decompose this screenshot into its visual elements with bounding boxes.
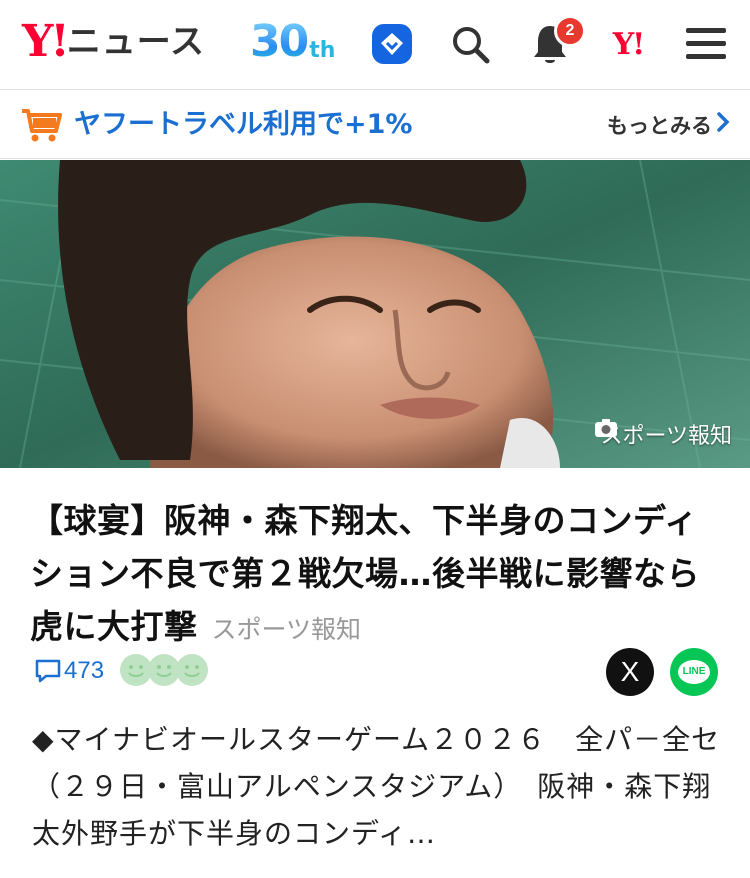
yahoo-logo-icon[interactable]: Y! — [604, 20, 652, 68]
logo-text: ニュース — [66, 22, 206, 62]
chevron-right-icon — [716, 109, 730, 143]
anniversary-suffix: th — [309, 38, 336, 63]
travel-promo-banner[interactable]: ヤフートラベル利用で+1% もっとみる — [0, 91, 750, 159]
x-icon: X — [620, 656, 640, 687]
article-hero-image[interactable]: スポーツ報知 — [0, 160, 750, 468]
promo-text: ヤフートラベル利用で+1% — [74, 109, 413, 140]
anniversary-badge[interactable]: 30 th — [250, 16, 335, 66]
smile-face-icon — [176, 654, 208, 686]
see-more-link[interactable]: もっとみる — [607, 109, 730, 143]
comment-icon[interactable] — [34, 658, 62, 684]
article-title-text: 【球宴】阪神・森下翔太、下半身のコンディション不良で第２戦欠場…後半戦に影響なら… — [30, 501, 700, 646]
menu-icon[interactable] — [682, 20, 730, 68]
anniversary-number: 30 — [250, 16, 309, 67]
article-title[interactable]: 【球宴】阪神・森下翔太、下半身のコンディション不良で第２戦欠場…後半戦に影響なら… — [30, 494, 730, 656]
photo-credit: スポーツ報知 — [594, 418, 732, 450]
article-excerpt[interactable]: ◆マイナビオールスターゲーム２０２６ 全パ－全セ（２９日・富山アルペンスタジアム… — [32, 716, 722, 857]
search-icon[interactable] — [446, 20, 494, 68]
photo-credit-text: スポーツ報知 — [600, 424, 732, 449]
share-x-button[interactable]: X — [606, 648, 654, 696]
see-more-label: もっとみる — [607, 114, 712, 138]
share-line-button[interactable]: LINE — [670, 648, 718, 696]
premium-icon[interactable] — [368, 20, 416, 68]
cart-icon — [20, 105, 64, 145]
app-header: Y! ニュース 30 th 2 Y! — [0, 0, 750, 90]
yahoo-news-logo[interactable]: Y! ニュース — [22, 20, 205, 64]
reaction-faces — [120, 654, 208, 686]
notification-badge: 2 — [554, 15, 586, 47]
article-meta-row: 473 X LINE — [34, 648, 720, 696]
line-icon: LINE — [678, 660, 710, 684]
article-source: スポーツ報知 — [211, 615, 362, 644]
logo-mark: Y! — [22, 16, 70, 67]
comment-count[interactable]: 473 — [64, 654, 104, 688]
yahoo-mark: Y! — [612, 26, 646, 62]
